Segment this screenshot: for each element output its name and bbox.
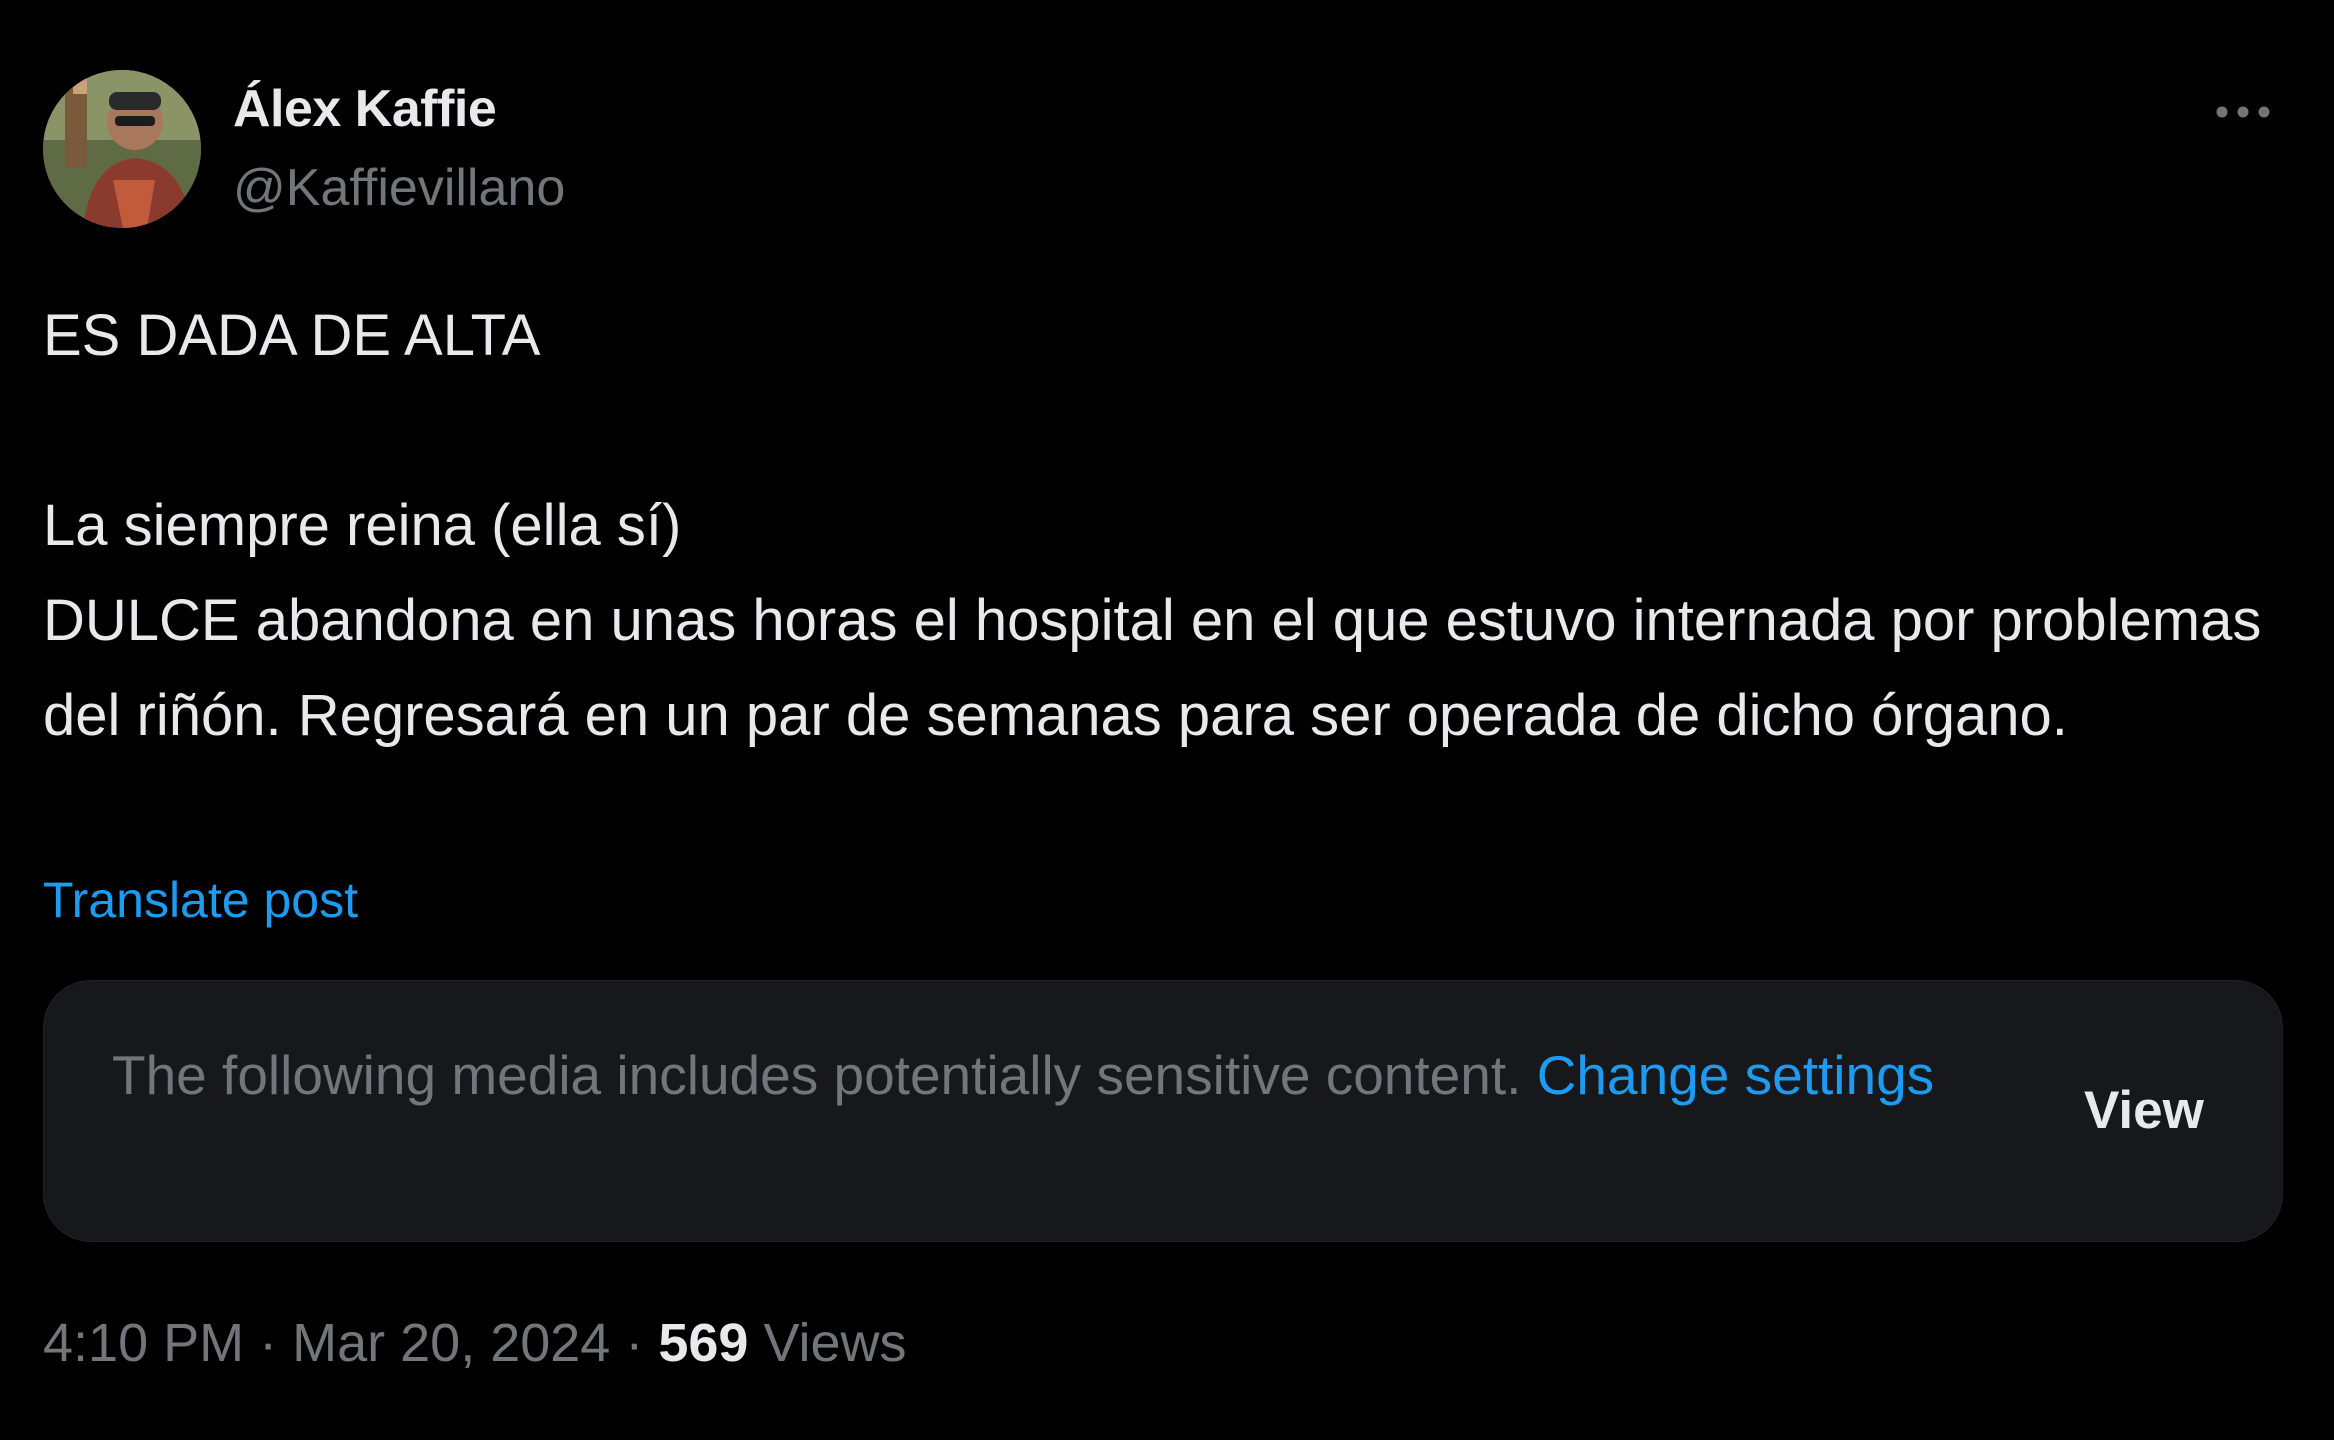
tweet-time[interactable]: 4:10 PM — [43, 1313, 244, 1373]
author-display-name[interactable]: Álex Kaffie — [233, 76, 497, 142]
meta-separator: · — [625, 1313, 644, 1373]
translate-post-link[interactable]: Translate post — [43, 868, 358, 932]
tweet-text: ES DADA DE ALTA La siempre reina (ella s… — [43, 303, 2262, 748]
views-count: 569 — [658, 1313, 749, 1373]
tweet: Álex Kaffie @Kaffievillano ES DADA DE AL… — [0, 0, 2334, 1440]
author-handle[interactable]: @Kaffievillano — [233, 155, 565, 221]
more-options-button[interactable] — [2208, 88, 2278, 136]
author-avatar[interactable] — [43, 70, 201, 228]
user-avatar-icon — [43, 70, 201, 228]
view-media-button[interactable]: View — [2084, 1079, 2204, 1143]
tweet-meta: 4:10 PM · Mar 20, 2024 · 569 Views — [43, 1310, 907, 1376]
sensitive-warning-text: The following media includes potentially… — [112, 1035, 2012, 1115]
tweet-date[interactable]: Mar 20, 2024 — [292, 1313, 610, 1373]
meta-separator: · — [259, 1313, 278, 1373]
change-settings-link[interactable]: Change settings — [1537, 1044, 1935, 1106]
views-label: Views — [763, 1313, 907, 1373]
more-horizontal-icon — [2216, 106, 2270, 118]
sensitive-media-warning: The following media includes potentially… — [43, 980, 2283, 1242]
sensitive-warning-message: The following media includes potentially… — [112, 1044, 1522, 1106]
